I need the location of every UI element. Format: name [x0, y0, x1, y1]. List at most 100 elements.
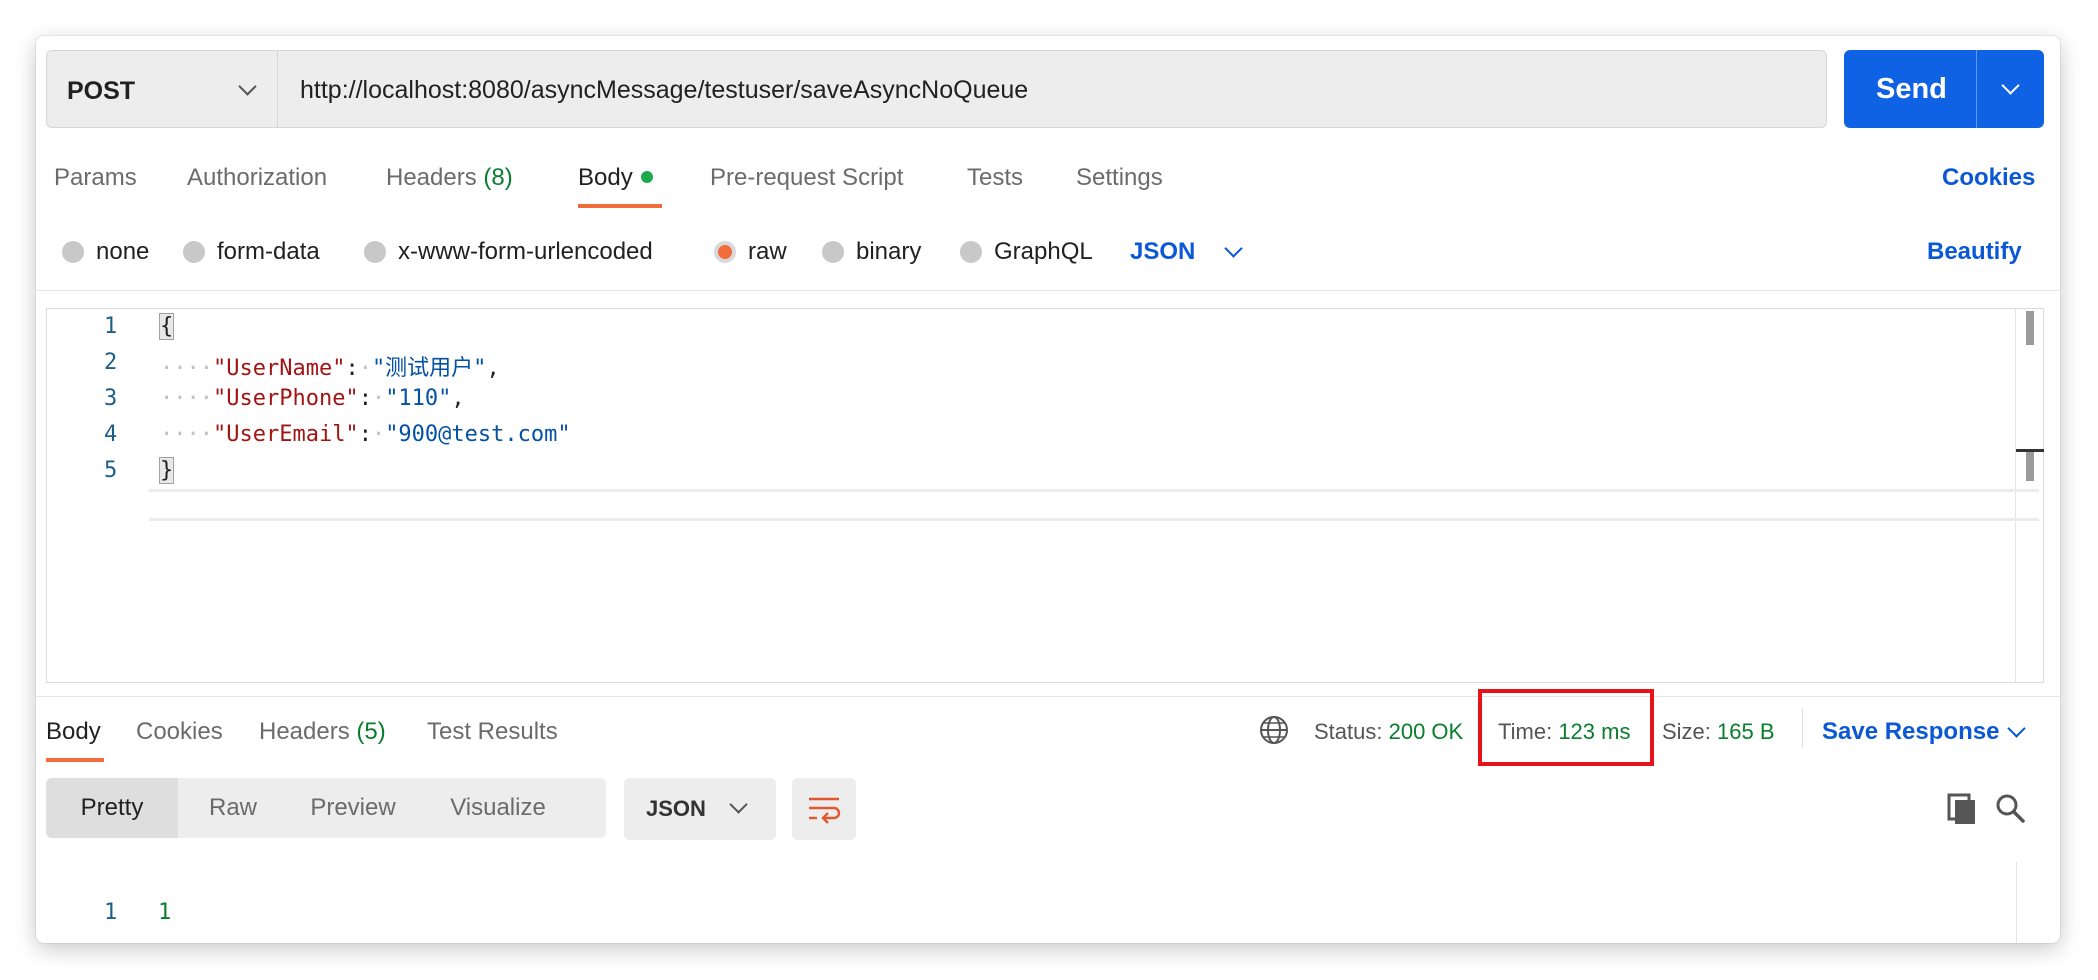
json-key: "UserPhone" — [212, 386, 359, 411]
response-format-select[interactable]: JSON — [624, 778, 776, 840]
tab-headers-count: (8) — [483, 164, 513, 191]
tab-tests[interactable]: Tests — [967, 164, 1023, 192]
url-text: http://localhost:8080/asyncMessage/testu… — [300, 76, 1029, 104]
editor-scrollbar-thumb[interactable] — [2026, 311, 2034, 345]
line-number: 1 — [104, 314, 118, 339]
radio-circle — [960, 241, 982, 263]
save-response-button[interactable]: Save Response — [1822, 716, 2060, 750]
editor-cursor-marker — [2026, 449, 2034, 481]
size-value: 165 B — [1717, 719, 1775, 744]
body-format-select[interactable]: JSON — [1130, 236, 1250, 268]
tab-params[interactable]: Params — [54, 164, 137, 192]
code-line-4: ····"UserEmail":·"900@test.com" — [160, 422, 571, 447]
line-number: 5 — [104, 458, 118, 483]
response-tab-headers[interactable]: Headers (5) — [259, 718, 386, 746]
postman-window: POST http://localhost:8080/asyncMessage/… — [36, 36, 2060, 943]
time-highlight-box — [1478, 689, 1654, 766]
size-label: Size: — [1662, 719, 1711, 744]
radio-circle — [822, 241, 844, 263]
tab-body[interactable]: Body — [578, 164, 653, 192]
radio-urlencoded[interactable]: x-www-form-urlencoded — [364, 238, 653, 266]
view-pretty[interactable]: Pretty — [46, 778, 178, 838]
url-input[interactable]: http://localhost:8080/asyncMessage/testu… — [277, 50, 1827, 128]
editor-cursor-line-marker — [2016, 449, 2044, 452]
radio-raw[interactable]: raw — [714, 238, 787, 266]
save-response-label: Save Response — [1822, 718, 2000, 745]
response-body-value: 1 — [158, 900, 172, 925]
close-brace: } — [158, 457, 175, 484]
response-scrollbar[interactable] — [2016, 862, 2045, 943]
body-format-label: JSON — [1130, 238, 1196, 265]
body-modified-dot-icon — [640, 170, 653, 183]
tab-headers[interactable]: Headers (8) — [386, 164, 513, 192]
code-line-5: } — [158, 457, 175, 484]
send-divider — [1976, 50, 1977, 128]
beautify-link[interactable]: Beautify — [1927, 238, 2022, 266]
radio-form-data-label: form-data — [217, 238, 320, 265]
json-key: "UserName" — [212, 356, 346, 381]
response-tab-test-results[interactable]: Test Results — [427, 718, 558, 746]
radio-graphql-label: GraphQL — [994, 238, 1093, 265]
method-select[interactable]: POST — [46, 50, 277, 128]
radio-none-label: none — [96, 238, 150, 265]
indent-marks: ···· — [160, 422, 213, 447]
line-number: 2 — [104, 350, 118, 375]
response-view-toggle: Pretty Raw Preview Visualize — [46, 778, 606, 838]
code-line-3: ····"UserPhone":·"110", — [160, 386, 465, 411]
radio-circle — [62, 241, 84, 263]
radio-urlencoded-label: x-www-form-urlencoded — [398, 238, 653, 265]
radio-none[interactable]: none — [62, 238, 149, 266]
chevron-down-icon — [238, 77, 257, 96]
send-button[interactable]: Send — [1844, 50, 2044, 128]
chevron-down-icon — [1224, 239, 1243, 258]
chevron-down-icon — [729, 795, 748, 814]
response-divider — [36, 696, 2060, 697]
response-size[interactable]: Size: 165 B — [1662, 719, 1775, 745]
json-value: "900@test.com" — [385, 422, 571, 447]
radio-binary-label: binary — [856, 238, 922, 265]
response-line-number: 1 — [104, 900, 118, 925]
tab-authorization[interactable]: Authorization — [187, 164, 327, 192]
radio-binary[interactable]: binary — [822, 238, 921, 266]
json-comma: , — [486, 356, 500, 381]
status-value: 200 OK — [1388, 719, 1464, 744]
line-number: 4 — [104, 422, 118, 447]
cookies-link[interactable]: Cookies — [1942, 164, 2035, 192]
body-options-divider — [36, 290, 2060, 291]
tab-settings[interactable]: Settings — [1076, 164, 1163, 192]
radio-raw-label: raw — [748, 238, 787, 265]
radio-form-data[interactable]: form-data — [183, 238, 320, 266]
response-status[interactable]: Status: 200 OK — [1314, 719, 1463, 745]
response-tab-body[interactable]: Body — [46, 718, 101, 746]
globe-icon[interactable] — [1258, 714, 1290, 746]
indent-marks: ···· — [160, 356, 213, 381]
tab-headers-label: Headers — [386, 164, 477, 191]
json-comma: , — [451, 386, 465, 411]
view-preview[interactable]: Preview — [288, 778, 418, 838]
json-value: "110" — [385, 386, 452, 411]
radio-circle — [364, 241, 386, 263]
wrap-lines-icon — [809, 797, 841, 824]
tab-body-label: Body — [578, 164, 633, 191]
search-icon[interactable] — [1994, 792, 2026, 824]
save-response-divider — [1802, 708, 1803, 748]
method-label: POST — [67, 77, 136, 105]
tab-body-underline — [578, 204, 662, 208]
line-number: 3 — [104, 386, 118, 411]
wrap-lines-button[interactable] — [792, 778, 856, 840]
view-raw[interactable]: Raw — [178, 778, 288, 838]
editor-current-line — [149, 489, 2039, 521]
response-tab-headers-label: Headers — [259, 718, 350, 745]
view-visualize[interactable]: Visualize — [418, 778, 578, 838]
code-line-1: { — [158, 313, 175, 340]
radio-circle — [183, 241, 205, 263]
tab-prerequest-script[interactable]: Pre-request Script — [710, 164, 903, 192]
copy-icon[interactable] — [1946, 792, 1978, 826]
radio-graphql[interactable]: GraphQL — [960, 238, 1093, 266]
send-options-chevron-icon[interactable] — [2001, 76, 2020, 95]
response-tab-headers-count: (5) — [356, 718, 386, 745]
indent-marks: ···· — [160, 386, 213, 411]
json-key: "UserEmail" — [212, 422, 359, 447]
response-tab-cookies[interactable]: Cookies — [136, 718, 223, 746]
send-label: Send — [1876, 73, 1947, 105]
